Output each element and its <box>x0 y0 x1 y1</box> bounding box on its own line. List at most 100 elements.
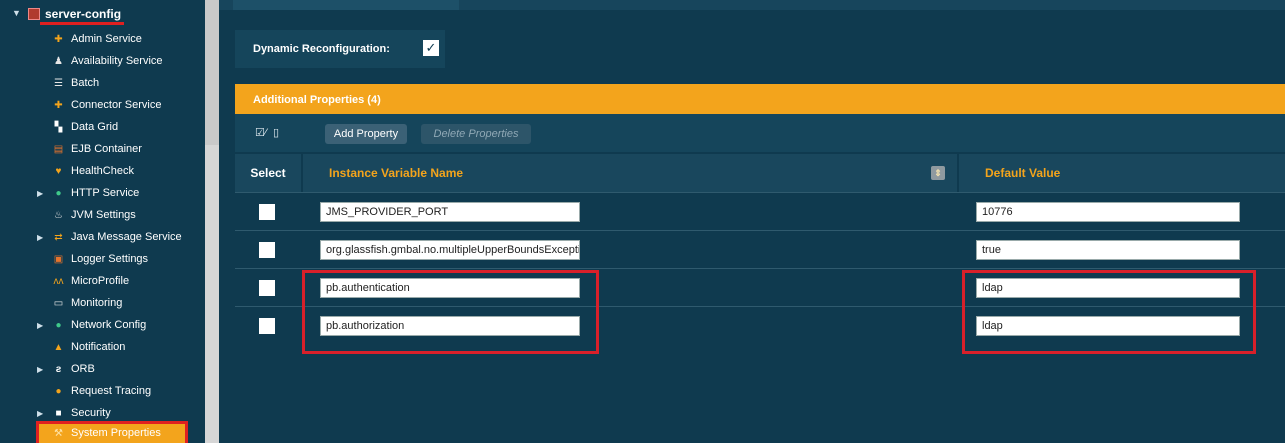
column-header-default-value[interactable]: Default Value <box>959 154 1285 192</box>
tree-item-label: ORB <box>71 363 95 375</box>
tree-root-label: server-config <box>45 7 122 21</box>
data-grid-icon: ▚ <box>54 121 63 133</box>
chevron-right-icon[interactable]: ▶ <box>37 365 43 374</box>
chevron-right-icon[interactable]: ▶ <box>37 233 43 242</box>
jvm-settings-icon: ♨ <box>54 209 63 221</box>
heart-icon: ♥ <box>55 165 62 177</box>
http-service-icon: ● <box>55 187 62 199</box>
tree-item-label: Logger Settings <box>71 253 149 265</box>
dynamic-reconfiguration-label: Dynamic Reconfiguration: <box>253 43 390 55</box>
table-toolbar: ☑⁄ ▯ Add Property Delete Properties <box>235 114 1285 152</box>
monitoring-icon: ▭ <box>53 297 64 309</box>
chevron-right-icon[interactable]: ▶ <box>37 321 43 330</box>
chevron-right-icon[interactable]: ▶ <box>37 189 43 198</box>
java-message-service-icon: ⇄ <box>54 231 63 243</box>
tree-item-label: Admin Service <box>71 33 142 45</box>
instance-variable-name-input[interactable]: JMS_PROVIDER_PORT <box>320 202 580 222</box>
tree-item-notification[interactable]: ▲ Notification <box>0 336 205 358</box>
column-header-name-label: Instance Variable Name <box>329 166 464 180</box>
chevron-down-icon[interactable]: ▼ <box>12 8 21 18</box>
highlight-box-values <box>962 270 1256 354</box>
sort-icon[interactable]: ⇕ <box>931 166 945 180</box>
orb-icon: ƨ <box>55 363 62 375</box>
table-row: org.glassfish.gmbal.no.multipleUpperBoun… <box>235 230 1285 268</box>
column-header-name[interactable]: Instance Variable Name ⇕ <box>303 154 957 192</box>
row-checkbox[interactable] <box>259 318 275 334</box>
tree-item-logger-settings[interactable]: ▣ Logger Settings <box>0 248 205 270</box>
tree-item-label: Batch <box>71 77 100 89</box>
logger-settings-icon: ▣ <box>53 253 64 265</box>
tree-item-label: Request Tracing <box>71 385 152 397</box>
tree-item-request-tracing[interactable]: ● Request Tracing <box>0 380 205 402</box>
delete-properties-button[interactable]: Delete Properties <box>421 124 531 144</box>
chevron-right-icon[interactable]: ▶ <box>37 409 43 418</box>
highlight-underline <box>40 22 124 25</box>
tree-item-label: Java Message Service <box>71 231 182 243</box>
availability-service-icon: ♟ <box>54 55 63 67</box>
default-value-input[interactable]: 10776 <box>976 202 1240 222</box>
tree-item-label: HTTP Service <box>71 187 140 199</box>
add-property-button[interactable]: Add Property <box>325 124 407 144</box>
navigation-tree: ▼ server-config ✚ Admin Service ♟ Availa… <box>0 0 205 443</box>
row-checkbox[interactable] <box>259 280 275 296</box>
dynamic-reconfiguration-checkbox[interactable]: ✓ <box>423 40 439 56</box>
row-select-cell <box>235 269 301 306</box>
tree-item-ejb-container[interactable]: ▤ EJB Container <box>0 138 205 160</box>
instance-variable-name-input[interactable]: org.glassfish.gmbal.no.multipleUpperBoun… <box>320 240 580 260</box>
deselect-all-icon[interactable]: ▯ <box>273 126 279 139</box>
table-row: JMS_PROVIDER_PORT 10776 <box>235 192 1285 230</box>
ejb-container-icon: ▤ <box>53 143 64 155</box>
tree-item-label: EJB Container <box>71 143 142 155</box>
tree-item-availability-service[interactable]: ♟ Availability Service <box>0 50 205 72</box>
tree-item-network-config[interactable]: ▶ ● Network Config <box>0 314 205 336</box>
tree-item-microprofile[interactable]: ʌʌ MicroProfile <box>0 270 205 292</box>
table-header: Select Instance Variable Name ⇕ Default … <box>235 154 1285 192</box>
tree-item-data-grid[interactable]: ▚ Data Grid <box>0 116 205 138</box>
column-header-default-label: Default Value <box>985 166 1061 180</box>
splitter-handle <box>205 0 219 145</box>
main-content: Dynamic Reconfiguration: ✓ Additional Pr… <box>219 0 1285 443</box>
panel-title: Additional Properties (4) <box>253 94 381 106</box>
tab-active[interactable] <box>233 0 459 10</box>
connector-service-icon: ✚ <box>54 99 63 111</box>
tree-item-label: Security <box>71 407 111 419</box>
tree-item-healthcheck[interactable]: ♥ HealthCheck <box>0 160 205 182</box>
row-checkbox[interactable] <box>259 204 275 220</box>
tree-item-label: Availability Service <box>71 55 163 67</box>
network-config-icon: ● <box>55 319 62 331</box>
tab-strip <box>219 0 1285 10</box>
tree-item-java-message-service[interactable]: ▶ ⇄ Java Message Service <box>0 226 205 248</box>
row-checkbox[interactable] <box>259 242 275 258</box>
tree-item-http-service[interactable]: ▶ ● HTTP Service <box>0 182 205 204</box>
row-select-cell <box>235 193 301 230</box>
batch-icon: ☰ <box>54 77 63 89</box>
tree-item-admin-service[interactable]: ✚ Admin Service <box>0 28 205 50</box>
highlight-box-names <box>302 270 599 354</box>
notification-icon: ▲ <box>53 341 64 353</box>
tree-item-label: JVM Settings <box>71 209 136 221</box>
tree-item-label: MicroProfile <box>71 275 130 287</box>
row-select-cell <box>235 307 301 344</box>
lock-icon: ■ <box>55 407 62 419</box>
tree-root-server-config[interactable]: ▼ server-config <box>12 6 122 22</box>
select-all-icon[interactable]: ☑⁄ <box>255 126 267 139</box>
tree-item-label: Notification <box>71 341 126 353</box>
request-tracing-icon: ● <box>55 385 62 397</box>
tree-item-label: Data Grid <box>71 121 119 133</box>
tree-item-label: HealthCheck <box>71 165 134 177</box>
tree-item-orb[interactable]: ▶ ƨ ORB <box>0 358 205 380</box>
admin-service-icon: ✚ <box>54 33 63 45</box>
additional-properties-header: Additional Properties (4) <box>235 84 1285 114</box>
server-config-icon <box>28 8 40 20</box>
tree-item-label: Connector Service <box>71 99 162 111</box>
default-value-input[interactable]: true <box>976 240 1240 260</box>
row-select-cell <box>235 231 301 268</box>
microprofile-icon: ʌʌ <box>53 275 64 287</box>
selected-item-highlight <box>36 421 188 443</box>
tree-item-label: Network Config <box>71 319 147 331</box>
tree-item-jvm-settings[interactable]: ♨ JVM Settings <box>0 204 205 226</box>
tree-item-batch[interactable]: ☰ Batch <box>0 72 205 94</box>
tree-item-connector-service[interactable]: ✚ Connector Service <box>0 94 205 116</box>
dynamic-reconfiguration-section: Dynamic Reconfiguration: ✓ <box>235 30 445 68</box>
tree-item-monitoring[interactable]: ▭ Monitoring <box>0 292 205 314</box>
